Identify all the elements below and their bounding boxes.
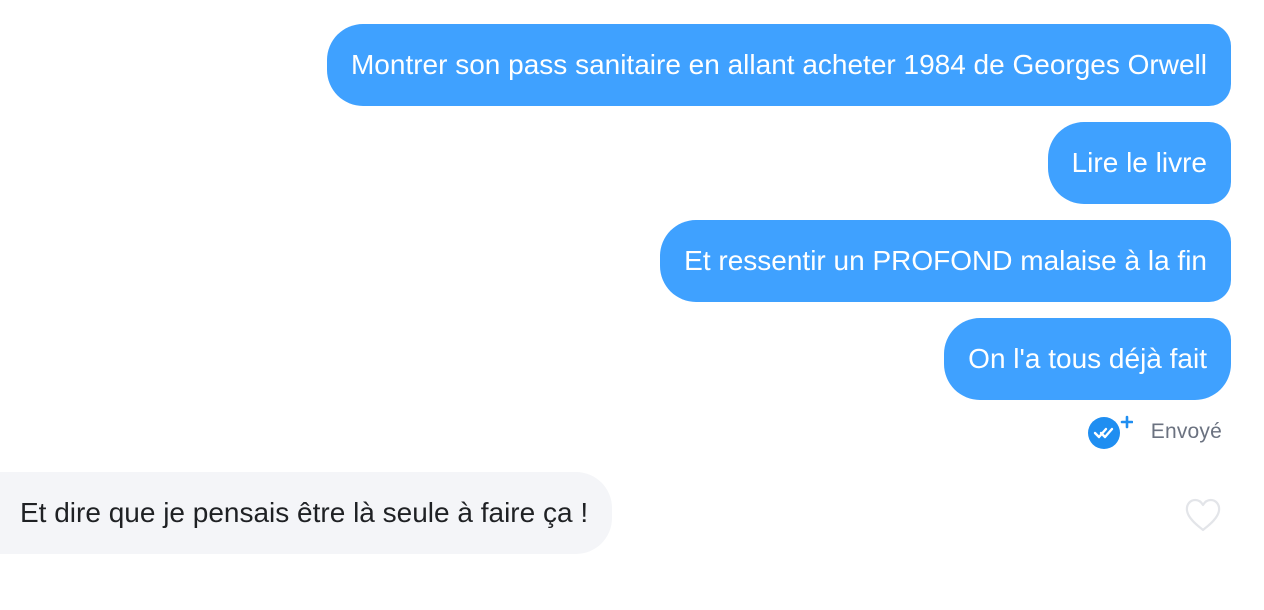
- sent-message-bubble[interactable]: On l'a tous déjà fait: [944, 318, 1231, 400]
- message-text: On l'a tous déjà fait: [968, 343, 1207, 374]
- sent-message-bubble[interactable]: Lire le livre: [1047, 122, 1231, 204]
- message-status: Envoyé: [1087, 412, 1222, 452]
- double-check-plus-icon: [1087, 412, 1133, 452]
- received-message-bubble[interactable]: Et dire que je pensais être là seule à f…: [0, 472, 613, 554]
- status-label: Envoyé: [1150, 420, 1222, 443]
- message-text: Et dire que je pensais être là seule à f…: [20, 497, 589, 528]
- sent-message-bubble[interactable]: Et ressentir un PROFOND malaise à la fin: [660, 220, 1231, 302]
- message-text: Et ressentir un PROFOND malaise à la fin: [684, 245, 1207, 276]
- heart-outline-icon[interactable]: [1184, 496, 1222, 534]
- message-text: Montrer son pass sanitaire en allant ach…: [350, 49, 1207, 80]
- message-text: Lire le livre: [1071, 147, 1207, 178]
- sent-message-bubble[interactable]: Montrer son pass sanitaire en allant ach…: [326, 24, 1231, 106]
- chat-thread: Montrer son pass sanitaire en allant ach…: [0, 0, 1264, 610]
